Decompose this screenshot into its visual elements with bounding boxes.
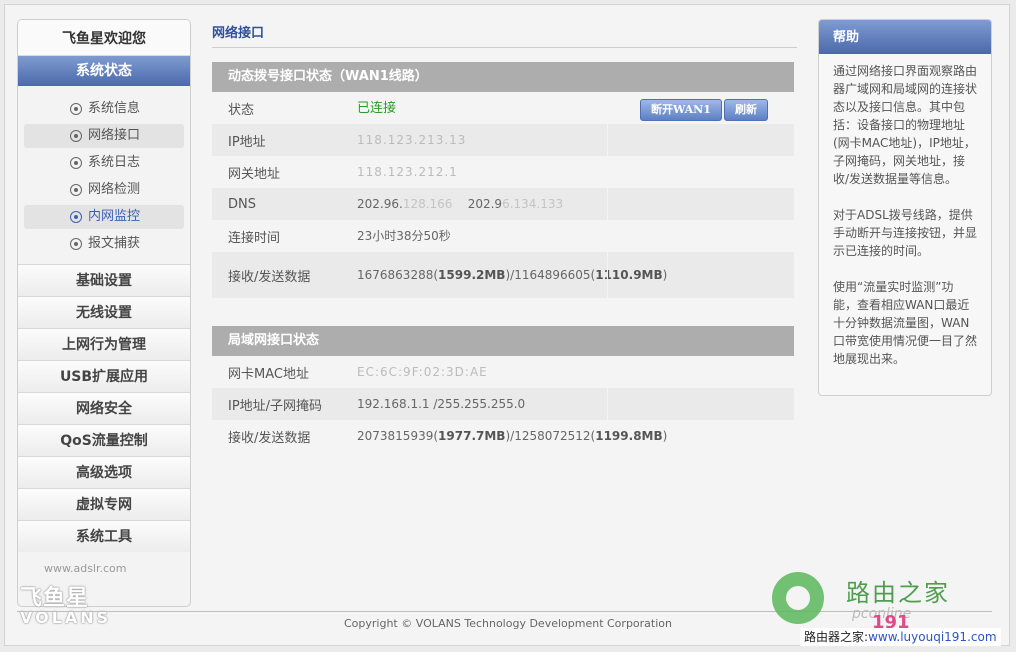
wan-traffic-row: 接收/发送数据 1676863288(1599.2MB)/1164896605(… (212, 252, 794, 298)
sidebar-item-label: 系统信息 (88, 101, 141, 116)
lan-ip-row: IP地址/子网掩码 192.168.1.1 /255.255.255.0 (212, 388, 794, 420)
field-label: 网卡MAC地址 (228, 366, 309, 382)
section-heading: 动态拨号接口状态（WAN1线路） (212, 62, 794, 92)
sidebar-category-behavior-management[interactable]: 上网行为管理 (18, 328, 190, 360)
help-title: 帮助 (819, 20, 991, 54)
connection-status-value: 已连接 (357, 100, 397, 116)
radio-bullet-icon (70, 184, 82, 196)
sidebar-category-usb-apps[interactable]: USB扩展应用 (18, 360, 190, 392)
wan-gateway-row: 网关地址 118.123.212.1 (212, 156, 794, 188)
main-content: 网络接口 动态拨号接口状态（WAN1线路） 状态 已连接 断开WAN1 刷新 I… (212, 22, 797, 452)
field-label: DNS (228, 196, 256, 212)
lan-status-section: 局域网接口状态 网卡MAC地址 EC:6C:9F:02:3D:AE IP地址/子… (212, 326, 794, 452)
radio-bullet-icon (70, 211, 82, 223)
sidebar-item-label: 报文捕获 (88, 236, 141, 251)
field-label: IP地址/子网掩码 (228, 398, 323, 414)
watermark-logo-icon (772, 572, 824, 624)
help-paragraph: 通过网络接口界面观察路由器广域网和局域网的连接状态以及接口信息。其中包括：设备接… (833, 64, 978, 186)
wan-ip-value: 118.123.213.13 (357, 132, 467, 147)
sidebar-item-system-log[interactable]: 系统日志 (24, 151, 184, 175)
watermark-url: 路由器之家:www.luyouqi191.com (800, 628, 1001, 646)
wan-dns-row: DNS 202.96.128.166 202.96.134.133 (212, 188, 794, 220)
radio-bullet-icon (70, 130, 82, 142)
help-panel: 帮助 通过网络接口界面观察路由器广域网和局域网的连接状态以及接口信息。其中包括：… (818, 19, 992, 396)
sidebar-item-label: 网络接口 (88, 128, 141, 143)
sidebar-item-packet-capture[interactable]: 报文捕获 (24, 232, 184, 256)
radio-bullet-icon (70, 157, 82, 169)
radio-bullet-icon (70, 103, 82, 115)
sidebar-item-lan-monitor[interactable]: 内网监控 (24, 205, 184, 229)
wan-status-section: 动态拨号接口状态（WAN1线路） 状态 已连接 断开WAN1 刷新 IP地址 1… (212, 62, 794, 298)
lan-mac-row: 网卡MAC地址 EC:6C:9F:02:3D:AE (212, 356, 794, 388)
sidebar-item-label: 系统日志 (88, 155, 141, 170)
brand-url: www.adslr.com (44, 562, 127, 575)
sidebar-submenu: 系统信息 网络接口 系统日志 网络检测 内网监控 报文捕获 (18, 86, 190, 264)
sidebar-item-system-info[interactable]: 系统信息 (24, 97, 184, 121)
wan-traffic-value: 1676863288(1599.2MB)/1164896605(1110.9MB… (357, 267, 668, 282)
field-label: 接收/发送数据 (228, 430, 311, 446)
wan-uptime-row: 连接时间 23小时38分50秒 (212, 220, 794, 252)
field-label: 网关地址 (228, 166, 281, 182)
help-paragraph: 使用“流量实时监测”功能，查看相应WAN口最近十分钟数据流量图，WAN口带宽使用… (833, 280, 978, 366)
sidebar-item-network-check[interactable]: 网络检测 (24, 178, 184, 202)
sidebar-category-system-tools[interactable]: 系统工具 (18, 520, 190, 552)
lan-ip-value: 192.168.1.1 /255.255.255.0 (357, 396, 526, 411)
sidebar-category-wireless-settings[interactable]: 无线设置 (18, 296, 190, 328)
radio-bullet-icon (70, 238, 82, 250)
section-heading: 局域网接口状态 (212, 326, 794, 356)
page-title: 网络接口 (212, 22, 797, 48)
wan-ip-row: IP地址 118.123.213.13 (212, 124, 794, 156)
sidebar-category-network-security[interactable]: 网络安全 (18, 392, 190, 424)
wan-status-row: 状态 已连接 断开WAN1 刷新 (212, 92, 794, 124)
field-label: 接收/发送数据 (228, 269, 311, 285)
sidebar-section-system-status[interactable]: 系统状态 (18, 56, 190, 86)
watermark-title: 路由之家 (846, 579, 950, 607)
footer-divider (17, 611, 992, 612)
sidebar-category-vpn[interactable]: 虚拟专网 (18, 488, 190, 520)
disconnect-wan1-button[interactable]: 断开WAN1 (640, 99, 722, 121)
lan-traffic-row: 接收/发送数据 2073815939(1977.7MB)/1258072512(… (212, 420, 794, 452)
sidebar-category-advanced[interactable]: 高级选项 (18, 456, 190, 488)
wan-dns-value: 202.96.128.166 202.96.134.133 (357, 196, 564, 211)
sidebar-item-label: 内网监控 (88, 209, 141, 224)
wan-gateway-value: 118.123.212.1 (357, 164, 458, 179)
wan-uptime-value: 23小时38分50秒 (357, 228, 451, 243)
lan-mac-value: EC:6C:9F:02:3D:AE (357, 364, 488, 379)
welcome-banner: 飞鱼星欢迎您 (18, 20, 190, 56)
lan-traffic-value: 2073815939(1977.7MB)/1258072512(1199.8MB… (357, 428, 668, 443)
field-label: 连接时间 (228, 230, 281, 246)
sidebar-item-network-interface[interactable]: 网络接口 (24, 124, 184, 148)
help-paragraph: 对于ADSL拨号线路，提供手动断开与连接按钮，并显示已连接的时间。 (833, 208, 978, 258)
sidebar-item-label: 网络检测 (88, 182, 141, 197)
field-label: 状态 (228, 102, 255, 118)
field-label: IP地址 (228, 134, 266, 150)
refresh-button[interactable]: 刷新 (724, 99, 768, 121)
sidebar-category-qos[interactable]: QoS流量控制 (18, 424, 190, 456)
sidebar-category-basic-settings[interactable]: 基础设置 (18, 264, 190, 296)
help-body: 通过网络接口界面观察路由器广域网和局域网的连接状态以及接口信息。其中包括：设备接… (819, 54, 991, 368)
sidebar: 飞鱼星欢迎您 系统状态 系统信息 网络接口 系统日志 网络检测 内网监控 报文捕… (17, 19, 191, 607)
